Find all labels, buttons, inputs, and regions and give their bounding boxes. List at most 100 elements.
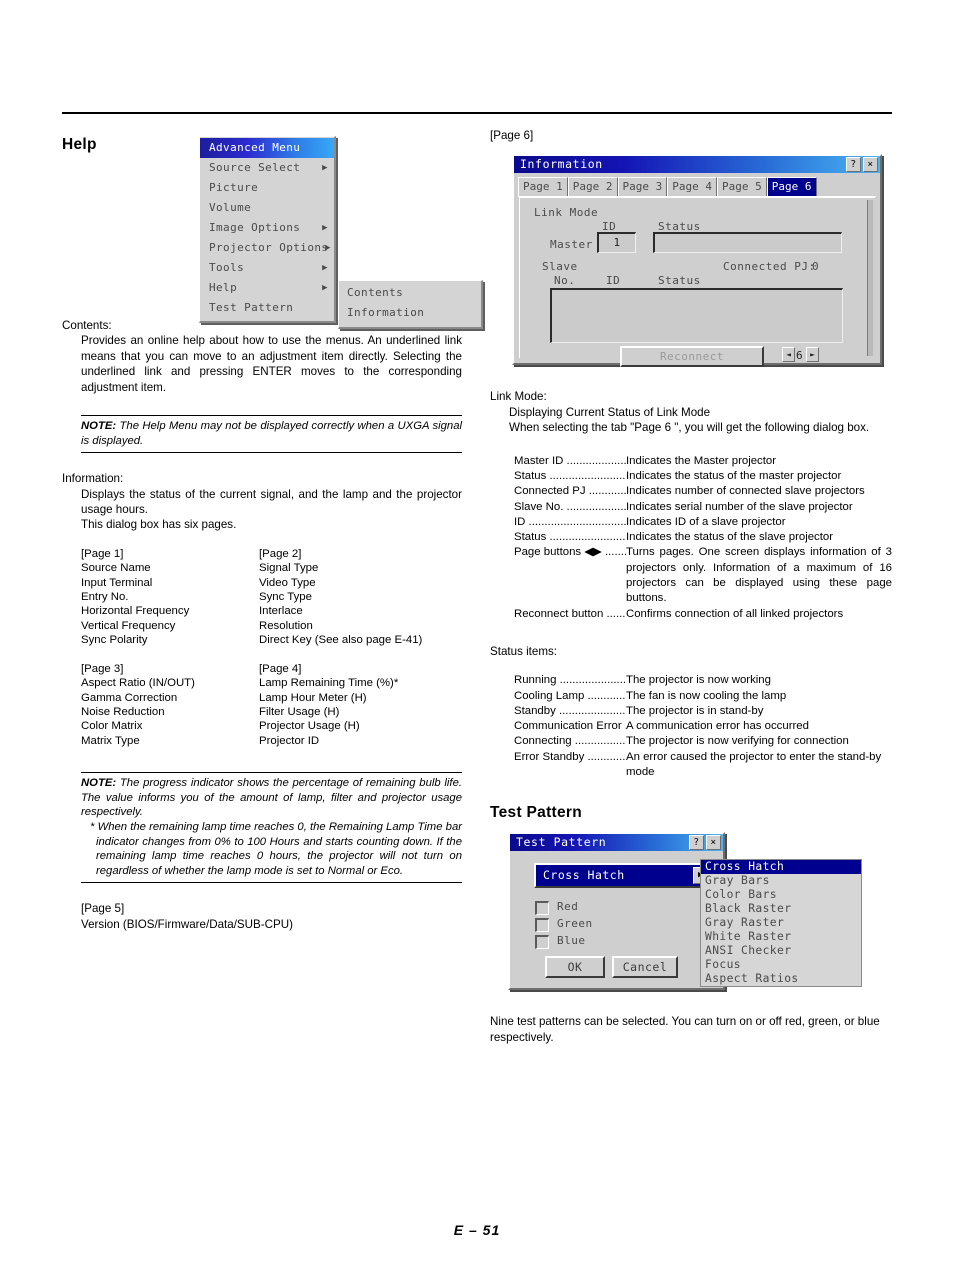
test-pattern-dialog[interactable]: Test Pattern ? × Cross Hatch ▶ Red Green… [508, 832, 862, 991]
reconnect-button[interactable]: Reconnect [620, 346, 764, 368]
pattern-option-white-raster[interactable]: White Raster [701, 930, 861, 944]
green-checkbox[interactable] [535, 918, 549, 933]
menu-item-image-options[interactable]: Image Options ▶ [200, 218, 334, 238]
note-text: The Help Menu may not be displayed corre… [81, 420, 462, 447]
pattern-option-color-bars[interactable]: Color Bars [701, 888, 861, 902]
menu-item-label: Image Options [209, 221, 301, 234]
page-3-column: [Page 3] Aspect Ratio (IN/OUT) Gamma Cor… [81, 662, 259, 748]
menu-item-volume[interactable]: Volume [200, 198, 334, 218]
pattern-option-gray-raster[interactable]: Gray Raster [701, 916, 861, 930]
page-4-item: Projector ID [259, 734, 320, 747]
note-label: NOTE: [81, 777, 117, 790]
definition-term: Cooling Lamp ............. [514, 689, 626, 702]
submenu-item-information[interactable]: Information [339, 303, 481, 323]
test-pattern-titlebar: Test Pattern ? × [510, 834, 723, 852]
page-4-item: Lamp Hour Meter (H) [259, 691, 367, 704]
pattern-option-gray-bars[interactable]: Gray Bars [701, 874, 861, 888]
master-id-field[interactable]: 1 [597, 232, 636, 254]
menu-item-projector-options[interactable]: Projector Options ▶ [200, 238, 334, 258]
page-list-1-2: [Page 1] Source Name Input Terminal Entr… [81, 547, 462, 648]
close-icon[interactable]: × [863, 157, 878, 173]
vertical-scrollbar[interactable] [867, 200, 873, 357]
definition-description: Indicates the status of the slave projec… [626, 531, 834, 544]
definition-description: Turns pages. One screen displays informa… [626, 546, 892, 605]
page-2-item: Resolution [259, 619, 313, 632]
master-id-value: 1 [613, 236, 621, 250]
definition-row: Reconnect button ....... Confirms connec… [514, 607, 892, 622]
page-3-item: Noise Reduction [81, 705, 165, 718]
information-dialog-titlebar: Information ? × [514, 156, 880, 174]
red-checkbox[interactable] [535, 901, 549, 916]
page-4-title: [Page 4] [259, 662, 302, 675]
menu-item-advanced-menu[interactable]: Advanced Menu [200, 138, 334, 158]
master-status-field[interactable] [653, 232, 842, 254]
information-dialog-tabs[interactable]: Page 1 Page 2 Page 3 Page 4 Page 5 Page … [514, 173, 880, 197]
test-pattern-dialog-title: Test Pattern [516, 835, 607, 850]
submenu-item-label: Contents [347, 286, 404, 299]
definition-description: Indicates the Master projector [626, 454, 777, 467]
page-4-column: [Page 4] Lamp Remaining Time (%)* Lamp H… [259, 662, 398, 748]
pattern-option-focus[interactable]: Focus [701, 958, 861, 972]
slave-list-area[interactable] [550, 288, 843, 344]
information-dialog[interactable]: Information ? × Page 1 Page 2 Page 3 Pag… [512, 154, 882, 368]
help-icon[interactable]: ? [689, 835, 704, 851]
page-3-item: Aspect Ratio (IN/OUT) [81, 677, 195, 690]
menu-item-picture[interactable]: Picture [200, 178, 334, 198]
cancel-button[interactable]: Cancel [612, 956, 678, 979]
information-line-2: This dialog box has six pages. [81, 518, 237, 532]
note-label: NOTE: [81, 420, 117, 433]
page-2-item: Signal Type [259, 562, 319, 575]
test-pattern-heading: Test Pattern [490, 804, 583, 822]
ok-button[interactable]: OK [545, 956, 605, 979]
blue-checkbox[interactable] [535, 935, 549, 950]
menu-item-source-select[interactable]: Source Select ▶ [200, 158, 334, 178]
page-next-button[interactable]: ► [806, 347, 819, 363]
help-icon[interactable]: ? [846, 157, 861, 173]
definition-description: Indicates ID of a slave projector [626, 515, 786, 528]
definition-row: Status ......................... Indicat… [514, 469, 892, 484]
master-label: Master [550, 238, 593, 252]
pattern-option-aspect-ratios[interactable]: Aspect Ratios [701, 972, 861, 986]
pattern-select[interactable]: Cross Hatch ▶ [534, 863, 713, 889]
definition-term: Communication Error . [514, 720, 626, 733]
close-icon[interactable]: × [706, 835, 721, 851]
tab-page-5[interactable]: Page 5 [717, 177, 767, 197]
page-1-item: Horizontal Frequency [81, 605, 190, 618]
connected-pj-label: Connected PJ: [723, 260, 816, 274]
pattern-option-ansi-checker[interactable]: ANSI Checker [701, 944, 861, 958]
tab-page-6[interactable]: Page 6 [766, 177, 817, 197]
slave-status-header: Status [658, 274, 701, 288]
definition-description: A communication error has occurred [626, 720, 809, 733]
menu-item-help[interactable]: Help ▶ [200, 278, 334, 298]
definition-row: Connected PJ .............. Indicates nu… [514, 484, 892, 499]
definition-term: Page buttons ◀▶ ........ [514, 546, 626, 559]
menu-item-tools[interactable]: Tools ▶ [200, 258, 334, 278]
definition-term: Status ......................... [514, 531, 626, 544]
page-list-3-4: [Page 3] Aspect Ratio (IN/OUT) Gamma Cor… [81, 662, 462, 748]
advanced-menu-list[interactable]: Advanced Menu Source Select ▶ Picture Vo… [199, 136, 336, 323]
menu-item-label: Help [209, 281, 238, 294]
tab-page-2[interactable]: Page 2 [567, 177, 618, 197]
submenu-item-contents[interactable]: Contents [339, 283, 481, 303]
definition-row: Cooling Lamp ............. The fan is no… [514, 689, 892, 704]
pattern-option-black-raster[interactable]: Black Raster [701, 902, 861, 916]
note-help-menu: NOTE: The Help Menu may not be displayed… [81, 415, 462, 454]
pattern-option-cross-hatch[interactable]: Cross Hatch [701, 860, 861, 875]
red-checkbox-label: Red [557, 900, 579, 914]
tab-page-1[interactable]: Page 1 [518, 177, 568, 197]
chevron-right-icon: ▶ [322, 163, 328, 173]
menu-item-test-pattern[interactable]: Test Pattern [200, 298, 334, 318]
chevron-right-icon: ▶ [322, 223, 328, 233]
page-footer: E – 51 [453, 1222, 501, 1238]
test-pattern-body: Cross Hatch ▶ Red Green Blue OK Cancel [510, 851, 723, 988]
help-submenu[interactable]: Contents Information [338, 280, 483, 329]
page-1-item: Sync Polarity [81, 634, 148, 647]
definition-description: The projector is in stand-by [626, 704, 764, 717]
tab-page-4[interactable]: Page 4 [667, 177, 717, 197]
definition-description: Confirms connection of all linked projec… [626, 607, 844, 620]
pattern-dropdown-list[interactable]: Cross Hatch Gray Bars Color Bars Black R… [700, 859, 862, 988]
menu-item-label: Tools [209, 261, 245, 274]
tab-page-3[interactable]: Page 3 [617, 177, 668, 197]
information-dialog-title: Information [520, 157, 603, 172]
page-prev-button[interactable]: ◄ [782, 347, 795, 363]
